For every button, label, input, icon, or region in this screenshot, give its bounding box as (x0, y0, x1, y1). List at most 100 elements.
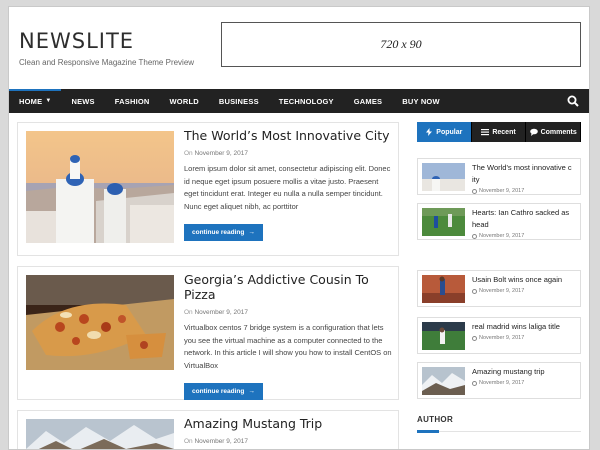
popular-post-text: Amazing mustang trip November 9, 2017 (472, 366, 578, 386)
post-title[interactable]: The World’s Most Innovative City (184, 128, 394, 143)
date-value: November 9, 2017 (479, 188, 525, 194)
date-value: November 9, 2017 (194, 438, 248, 445)
date-value: November 9, 2017 (479, 288, 525, 294)
popular-post-title[interactable]: Hearts: Ian Cathro sacked as head (472, 207, 578, 231)
nav-item-label: BUY NOW (402, 96, 440, 106)
date-value: November 9, 2017 (194, 150, 248, 157)
tab-comments[interactable]: Comments (526, 122, 582, 142)
arrow-right-icon: → (248, 388, 255, 395)
chevron-down-icon: ▼ (45, 98, 52, 104)
popular-post-item[interactable]: The World's most innovative c ity Novemb… (417, 158, 581, 195)
tab-label: Popular (436, 128, 463, 136)
nav-item-home[interactable]: HOME ▼ (9, 89, 62, 113)
nav-item-label: HOME (19, 96, 43, 106)
comment-icon (529, 128, 538, 136)
post-title[interactable]: Georgia’s Addictive Cousin To Pizza (184, 272, 394, 302)
popular-post-date: November 9, 2017 (472, 288, 578, 294)
post-card: Georgia’s Addictive Cousin To Pizza On N… (17, 266, 399, 400)
clock-icon (472, 188, 477, 194)
clock-icon (472, 288, 477, 294)
post-date: On November 9, 2017 (184, 438, 394, 445)
nav-item-label: GAMES (353, 96, 383, 106)
popular-post-title[interactable]: Amazing mustang trip (472, 366, 578, 378)
date-value: November 9, 2017 (479, 233, 525, 239)
popular-post-item[interactable]: Amazing mustang trip November 9, 2017 (417, 362, 581, 399)
popular-post-item[interactable]: Hearts: Ian Cathro sacked as head Novemb… (417, 203, 581, 240)
popular-post-title[interactable]: Usain Bolt wins once again (472, 274, 578, 286)
nav-item-label: NEWS (71, 96, 95, 106)
post-body: Georgia’s Addictive Cousin To Pizza On N… (184, 272, 394, 400)
bolt-icon (426, 128, 433, 136)
post-excerpt: Virtualbox centos 7 bridge system is a c… (184, 323, 392, 370)
main-nav: HOME ▼ NEWS FASHION WORLD BUSINESS TECHN… (9, 89, 589, 113)
popular-post-text: The World's most innovative c ity Novemb… (472, 162, 578, 194)
nav-item-technology[interactable]: TECHNOLOGY (269, 89, 344, 113)
page-frame: NEWSLITE Clean and Responsive Magazine T… (8, 6, 590, 450)
clock-icon (472, 233, 477, 239)
site-tagline: Clean and Responsive Magazine Theme Prev… (19, 58, 195, 67)
continue-reading-label: continue reading (192, 229, 245, 236)
popular-post-title[interactable]: The World's most innovative c ity (472, 162, 578, 186)
nav-item-news[interactable]: NEWS (61, 89, 104, 113)
date-value: November 9, 2017 (194, 309, 248, 316)
tab-label: Comments (540, 128, 577, 136)
continue-reading-button[interactable]: continue reading → (184, 224, 263, 241)
popular-post-item[interactable]: real madrid wins laliga title November 9… (417, 317, 581, 354)
post-excerpt: Lorem ipsum dolor sit amet, consectetur … (184, 164, 391, 211)
thumbnail (422, 322, 465, 350)
post-body: The World’s Most Innovative City On Nove… (184, 128, 394, 241)
popular-post-date: November 9, 2017 (472, 380, 578, 386)
continue-reading-button[interactable]: continue reading → (184, 383, 263, 400)
date-prefix: On (184, 150, 193, 157)
continue-reading-label: continue reading (192, 388, 245, 395)
post-image-santorini[interactable] (26, 131, 174, 243)
date-value: November 9, 2017 (479, 335, 525, 341)
ad-banner-label: 720 x 90 (380, 37, 422, 51)
site-logo[interactable]: NEWSLITE (19, 29, 194, 53)
thumbnail (422, 275, 465, 303)
thumbnail (422, 208, 465, 236)
tab-recent[interactable]: Recent (471, 122, 527, 142)
nav-item-label: TECHNOLOGY (278, 96, 334, 106)
nav-item-fashion[interactable]: FASHION (105, 89, 160, 113)
nav-item-label: BUSINESS (218, 96, 259, 106)
thumbnail (422, 367, 465, 395)
sidebar-tabs: Popular Recent Comments (417, 122, 582, 142)
popular-post-text: real madrid wins laliga title November 9… (472, 321, 578, 341)
search-icon[interactable] (567, 95, 579, 107)
popular-post-text: Usain Bolt wins once again November 9, 2… (472, 274, 578, 294)
post-body: Amazing Mustang Trip On November 9, 2017 (184, 416, 394, 445)
nav-item-label: FASHION (114, 96, 150, 106)
post-card: Amazing Mustang Trip On November 9, 2017 (17, 410, 399, 449)
author-divider (417, 430, 581, 433)
nav-item-business[interactable]: BUSINESS (209, 89, 269, 113)
nav-item-label: WORLD (169, 96, 199, 106)
popular-post-item[interactable]: Usain Bolt wins once again November 9, 2… (417, 270, 581, 307)
post-image-pizza[interactable] (26, 275, 174, 370)
date-prefix: On (184, 309, 193, 316)
author-heading: AUTHOR (417, 415, 454, 424)
list-icon (481, 129, 490, 136)
post-image-mountains[interactable] (26, 419, 174, 449)
clock-icon (472, 335, 477, 341)
nav-item-games[interactable]: GAMES (344, 89, 393, 113)
post-title[interactable]: Amazing Mustang Trip (184, 416, 394, 431)
nav-item-world[interactable]: WORLD (160, 89, 209, 113)
site-branding: NEWSLITE Clean and Responsive Magazine T… (19, 29, 194, 67)
popular-post-date: November 9, 2017 (472, 335, 578, 341)
popular-post-text: Hearts: Ian Cathro sacked as head Novemb… (472, 207, 578, 239)
tab-label: Recent (492, 128, 516, 136)
ad-banner[interactable]: 720 x 90 (221, 22, 581, 67)
date-value: November 9, 2017 (479, 380, 525, 386)
date-prefix: On (184, 438, 193, 445)
popular-post-date: November 9, 2017 (472, 233, 578, 239)
popular-post-title[interactable]: real madrid wins laliga title (472, 321, 578, 333)
post-date: On November 9, 2017 (184, 150, 394, 157)
post-card: The World’s Most Innovative City On Nove… (17, 122, 399, 256)
thumbnail (422, 163, 465, 191)
tab-popular[interactable]: Popular (417, 122, 472, 142)
arrow-right-icon: → (248, 229, 255, 236)
nav-item-buy-now[interactable]: BUY NOW (392, 89, 450, 113)
popular-post-date: November 9, 2017 (472, 188, 578, 194)
post-date: On November 9, 2017 (184, 309, 394, 316)
